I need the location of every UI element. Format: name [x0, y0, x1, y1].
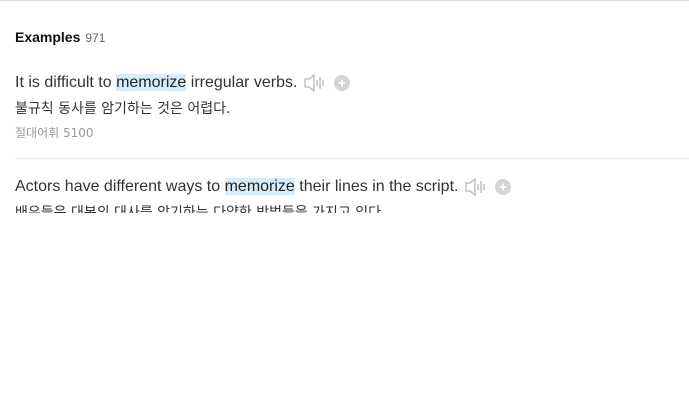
example-sentence: Actors have different ways to memorize t… [15, 178, 458, 196]
sentence-before: Actors have different ways to [15, 178, 225, 195]
sentence-after: irregular verbs. [186, 74, 298, 91]
sentence-after: their lines in the script. [294, 178, 459, 195]
example-sentence-line: Actors have different ways to memorize t… [15, 176, 689, 198]
examples-title: Examples [15, 29, 81, 45]
highlighted-word: memorize [224, 178, 295, 195]
examples-header: Examples 971 [15, 29, 105, 45]
plus-circle-icon[interactable] [334, 75, 351, 91]
example-sentence-line: It is difficult to memorize irregular ve… [15, 72, 689, 94]
example-item: Actors have different ways to memorize t… [15, 176, 689, 213]
clipped-example-container: Actors have different ways to memorize t… [0, 176, 689, 213]
example-sentence: It is difficult to memorize irregular ve… [15, 74, 297, 92]
example-translation: 배우들은 대본의 대사를 암기하는 다양한 방법들을 가지고 있다. [15, 205, 386, 213]
example-translation: 불규칙 동사를 암기하는 것은 어렵다. [15, 101, 231, 117]
highlighted-word: memorize [116, 74, 187, 91]
example-divider [15, 158, 689, 159]
examples-count: 971 [85, 31, 106, 45]
plus-circle-icon[interactable] [495, 179, 512, 195]
speaker-icon[interactable] [303, 73, 327, 93]
example-item: It is difficult to memorize irregular ve… [15, 72, 689, 141]
speaker-icon[interactable] [464, 177, 488, 197]
example-source: 절대어휘 5100 [15, 126, 94, 140]
sentence-before: It is difficult to [15, 74, 117, 91]
examples-section: Examples 971 It is difficult to memorize… [0, 0, 689, 409]
